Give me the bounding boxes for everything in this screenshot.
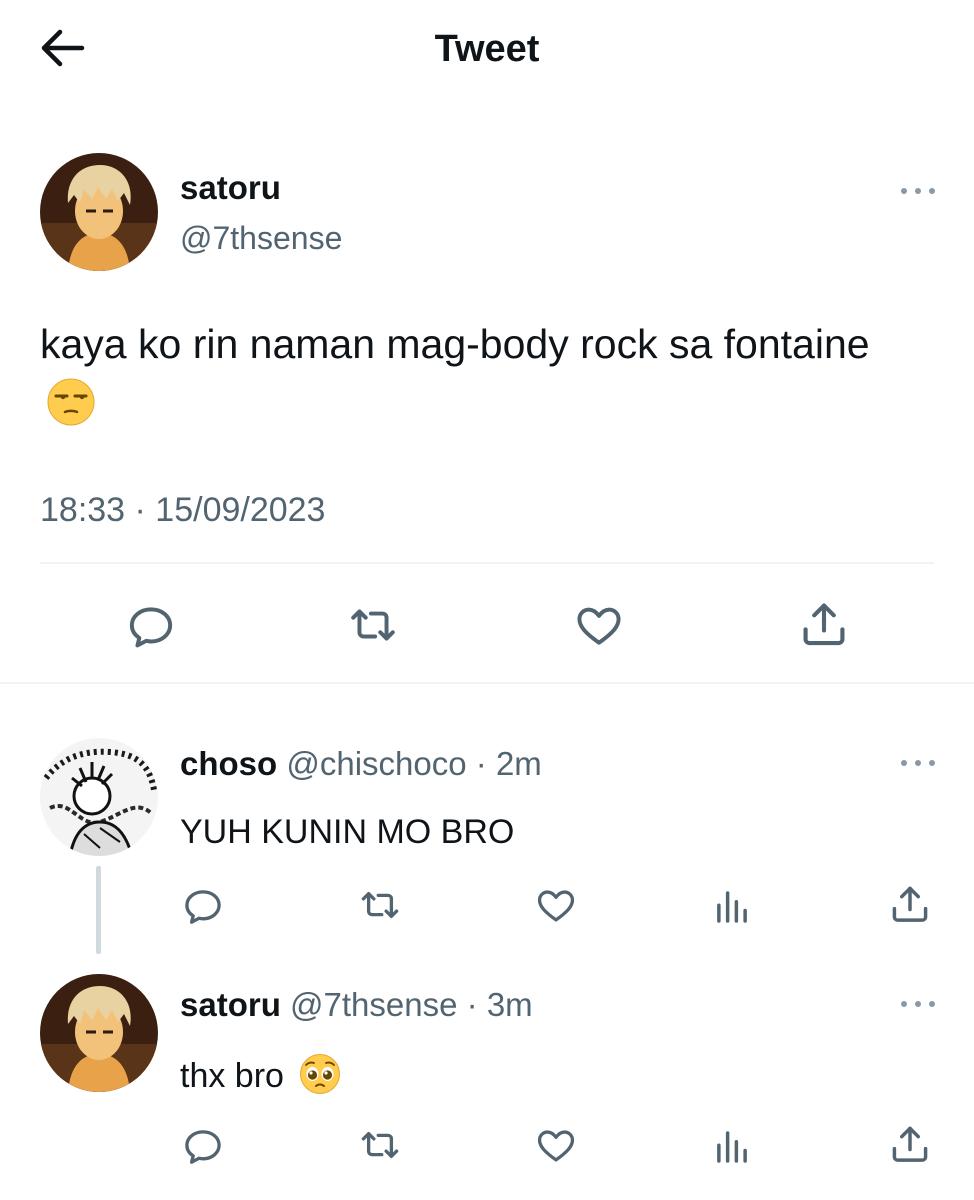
tweet-timestamp[interactable]: 18:33 · 15/09/2023 [40,490,325,530]
reply-header: satoru @7thsense · 3m [180,985,533,1025]
reply-time[interactable]: 3m [487,986,533,1023]
tweet-body: kaya ko rin naman mag-body rock sa fonta… [40,321,870,367]
divider [0,682,974,684]
share-icon[interactable] [888,1122,932,1166]
like-icon[interactable] [573,600,625,650]
more-options-icon[interactable] [900,997,936,1011]
reply-icon[interactable] [126,600,176,650]
reply-author-name[interactable]: choso [180,745,277,782]
separator-dot: · [475,745,487,782]
reply-time[interactable]: 2m [496,745,542,782]
reply-icon[interactable] [182,1124,224,1166]
views-icon[interactable] [711,1126,753,1168]
more-options-icon[interactable] [900,184,936,198]
views-icon[interactable] [711,886,753,928]
author-handle[interactable]: @7thsense [180,218,342,258]
reply-author-name[interactable]: satoru [180,986,281,1023]
avatar[interactable] [40,974,158,1092]
thread-connector [96,866,101,954]
more-options-icon[interactable] [900,756,936,770]
avatar[interactable] [40,153,158,271]
reply-body: thx bro [180,1057,284,1095]
avatar[interactable] [40,738,158,856]
divider [40,562,934,564]
reply-author-handle[interactable]: @chischoco [286,745,466,782]
share-icon[interactable] [888,882,932,926]
reply-header: choso @chischoco · 2m [180,744,542,784]
page-title: Tweet [434,28,540,70]
author-name[interactable]: satoru [180,168,281,208]
separator-dot: · [466,986,478,1023]
share-icon[interactable] [798,598,850,650]
reply-text: YUH KUNIN MO BRO [180,813,515,851]
reply-author-handle[interactable]: @7thsense [290,986,457,1023]
like-icon[interactable] [535,884,577,926]
tweet-text: kaya ko rin naman mag-body rock sa fonta… [40,314,920,436]
retweet-icon[interactable] [359,1124,401,1166]
unamused-face-icon [47,378,95,426]
reply-text: thx bro [180,1053,341,1096]
reply-icon[interactable] [182,884,224,926]
retweet-icon[interactable] [348,600,398,650]
like-icon[interactable] [535,1124,577,1166]
retweet-icon[interactable] [359,884,401,926]
pleading-face-icon [300,1054,341,1094]
